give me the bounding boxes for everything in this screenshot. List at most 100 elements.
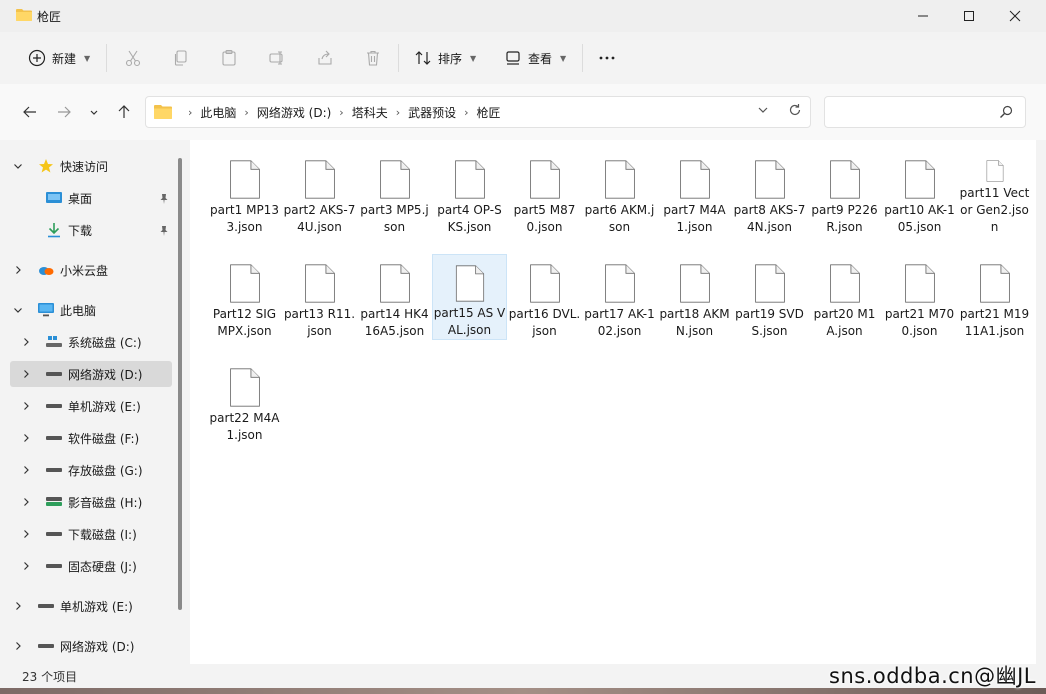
file-item[interactable]: part8 AKS-74N.json	[732, 150, 807, 236]
cut-button[interactable]	[124, 42, 142, 74]
file-item[interactable]: part14 HK416A5.json	[357, 254, 432, 340]
chevron-right-icon[interactable]	[20, 496, 32, 508]
file-item[interactable]: part19 SVDS.json	[732, 254, 807, 340]
chevron-right-icon[interactable]	[20, 400, 32, 412]
file-item[interactable]: part7 M4A1.json	[657, 150, 732, 236]
file-item[interactable]: part1 MP133.json	[207, 150, 282, 236]
drive-icon	[46, 399, 62, 413]
sidebar-item-drive-d[interactable]: 网络游戏 (D:)	[24, 361, 143, 387]
file-item[interactable]: part9 P226R.json	[807, 150, 882, 236]
recent-locations-button[interactable]	[84, 102, 104, 122]
breadcrumb-gunsmith[interactable]: 枪匠	[477, 104, 501, 121]
file-item[interactable]: part4 OP-SKS.json	[432, 150, 507, 236]
breadcrumb-this-pc[interactable]: 此电脑	[200, 104, 236, 121]
file-item[interactable]: part15 AS VAL.json	[432, 254, 507, 340]
chevron-down-icon[interactable]	[12, 304, 24, 316]
breadcrumb-weapon-presets[interactable]: 武器预设	[408, 104, 456, 121]
file-item[interactable]: part3 MP5.json	[357, 150, 432, 236]
sidebar-item-drive-c[interactable]: 系统磁盘 (C:)	[24, 329, 142, 355]
search-box[interactable]	[824, 96, 1026, 128]
file-icon	[904, 160, 935, 199]
chevron-down-icon[interactable]	[756, 103, 770, 117]
sidebar-item-drive-e[interactable]: 单机游戏 (E:)	[24, 393, 141, 419]
chevron-down-icon[interactable]	[12, 160, 24, 172]
new-button[interactable]: 新建 ▼	[28, 42, 90, 74]
sidebar-item-drive-i[interactable]: 下载磁盘 (I:)	[24, 521, 137, 547]
address-bar[interactable]: › 此电脑 › 网络游戏 (D:) › 塔科夫 › 武器预设 › 枪匠	[145, 96, 811, 128]
pin-icon[interactable]	[158, 225, 170, 237]
sidebar-item-drive-e-root[interactable]: 单机游戏 (E:)	[16, 593, 133, 619]
more-icon	[599, 56, 615, 60]
sidebar-item-this-pc[interactable]: 此电脑	[14, 297, 96, 323]
pin-icon[interactable]	[158, 193, 170, 205]
breadcrumb-separator: ›	[188, 105, 193, 119]
chevron-right-icon[interactable]	[12, 640, 24, 652]
close-button[interactable]	[992, 0, 1038, 32]
file-icon	[529, 264, 560, 303]
delete-button[interactable]	[364, 42, 382, 74]
file-item[interactable]: part6 AKM.json	[582, 150, 657, 236]
trash-icon	[367, 50, 379, 66]
chevron-right-icon[interactable]	[20, 336, 32, 348]
file-name: part20 M1A.json	[813, 307, 876, 338]
sidebar-item-drive-j[interactable]: 固态硬盘 (J:)	[24, 553, 137, 579]
file-item[interactable]: part22 M4A1.json	[207, 358, 282, 444]
sidebar-label: 单机游戏 (E:)	[60, 599, 133, 614]
up-button[interactable]	[114, 102, 134, 122]
file-item[interactable]: part17 AK-102.json	[582, 254, 657, 340]
file-item[interactable]: part13 R11.json	[282, 254, 357, 340]
sidebar-scrollbar[interactable]	[178, 158, 182, 610]
rename-button[interactable]	[268, 42, 286, 74]
breadcrumb-drive-d[interactable]: 网络游戏 (D:)	[257, 104, 331, 121]
sidebar-item-drive-h[interactable]: 影音磁盘 (H:)	[24, 489, 142, 515]
refresh-icon[interactable]	[788, 103, 802, 117]
share-button[interactable]	[316, 42, 334, 74]
back-button[interactable]	[20, 102, 40, 122]
breadcrumb-tarkov[interactable]: 塔科夫	[352, 104, 388, 121]
scissors-icon	[125, 50, 141, 67]
sidebar-label: 快速访问	[60, 159, 109, 174]
forward-button[interactable]	[54, 102, 74, 122]
search-input[interactable]	[833, 97, 997, 127]
file-item[interactable]: part21 M700.json	[882, 254, 957, 340]
file-item[interactable]: part16 DVL.json	[507, 254, 582, 340]
copy-button[interactable]	[172, 42, 190, 74]
sort-icon	[415, 51, 431, 65]
chevron-right-icon[interactable]	[20, 368, 32, 380]
sidebar-item-downloads[interactable]: 下载	[46, 217, 92, 243]
file-item[interactable]: Part12 SIG MPX.json	[207, 254, 282, 340]
sidebar-item-quick-access[interactable]: 快速访问	[14, 153, 109, 179]
sidebar-item-xiaomi-cloud[interactable]: 小米云盘	[16, 257, 108, 283]
chevron-right-icon[interactable]	[20, 528, 32, 540]
file-name: part7 M4A1.json	[663, 203, 726, 234]
file-item[interactable]: part20 M1A.json	[807, 254, 882, 340]
chevron-right-icon[interactable]	[20, 464, 32, 476]
sort-button[interactable]: 排序 ▼	[414, 42, 476, 74]
maximize-button[interactable]	[946, 0, 992, 32]
chevron-right-icon[interactable]	[20, 432, 32, 444]
chevron-right-icon[interactable]	[12, 264, 24, 276]
sidebar-item-drive-f[interactable]: 软件磁盘 (F:)	[24, 425, 139, 451]
chevron-right-icon[interactable]	[12, 600, 24, 612]
file-item[interactable]: part10 AK-105.json	[882, 150, 957, 236]
file-item[interactable]: part18 AKMN.json	[657, 254, 732, 340]
minimize-button[interactable]	[900, 0, 946, 32]
more-options-button[interactable]	[598, 42, 616, 74]
file-item[interactable]: part5 M870.json	[507, 150, 582, 236]
file-item[interactable]: part21 M1911A1.json	[957, 254, 1032, 340]
navigation-row: › 此电脑 › 网络游戏 (D:) › 塔科夫 › 武器预设 › 枪匠	[0, 84, 1046, 140]
sidebar-label: 网络游戏 (D:)	[68, 367, 143, 382]
view-button[interactable]: 查看 ▼	[504, 42, 566, 74]
file-item[interactable]: part2 AKS-74U.json	[282, 150, 357, 236]
chevron-right-icon[interactable]	[20, 560, 32, 572]
explorer-window: 枪匠 新建 ▼ 排序 ▼ 查看 ▼ › 此电脑 › 网络游戏 (D:) › 塔科…	[0, 0, 1046, 688]
file-icon	[229, 368, 260, 407]
paste-button[interactable]	[220, 42, 238, 74]
file-name: part22 M4A1.json	[209, 411, 280, 442]
sidebar-item-drive-g[interactable]: 存放磁盘 (G:)	[24, 457, 143, 483]
chevron-down-icon: ▼	[84, 53, 91, 63]
sidebar-item-desktop[interactable]: 桌面	[46, 185, 92, 211]
sidebar-item-drive-d-root[interactable]: 网络游戏 (D:)	[16, 633, 134, 659]
file-item[interactable]: part11 Vector Gen2.json	[957, 150, 1032, 236]
file-name: part5 M870.json	[513, 203, 576, 234]
